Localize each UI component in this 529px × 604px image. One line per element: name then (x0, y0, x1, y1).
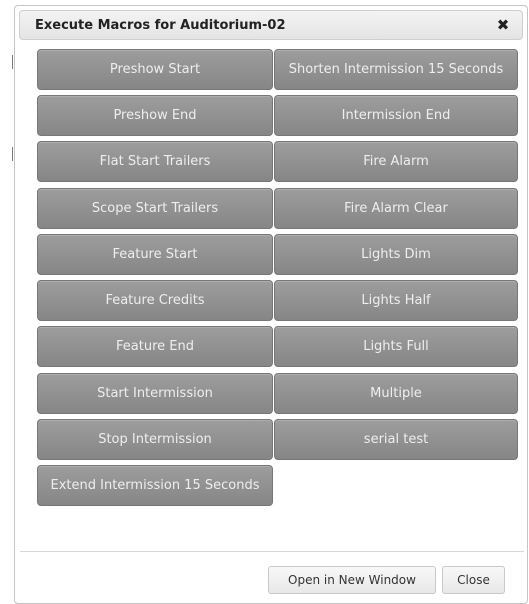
footer-divider (20, 551, 524, 552)
background-edge (0, 0, 13, 604)
close-icon[interactable]: ✖ (495, 16, 511, 34)
macro-button-intermission-end[interactable]: Intermission End (274, 95, 518, 136)
background-edge-mark (12, 147, 13, 161)
execute-macros-dialog: Execute Macros for Auditorium-02 ✖ Presh… (14, 5, 528, 604)
macro-button-lights-full[interactable]: Lights Full (274, 326, 518, 367)
macro-button-flat-start-trailers[interactable]: Flat Start Trailers (37, 141, 273, 182)
close-button[interactable]: Close (442, 566, 505, 594)
macro-button-lights-half[interactable]: Lights Half (274, 280, 518, 321)
dialog-titlebar[interactable]: Execute Macros for Auditorium-02 ✖ (19, 10, 523, 40)
macro-button-shorten-intermission[interactable]: Shorten Intermission 15 Seconds (274, 49, 518, 90)
macro-button-stop-intermission[interactable]: Stop Intermission (37, 419, 273, 460)
macro-button-feature-start[interactable]: Feature Start (37, 234, 273, 275)
macro-button-serial-test[interactable]: serial test (274, 419, 518, 460)
macro-button-feature-credits[interactable]: Feature Credits (37, 280, 273, 321)
macro-button-feature-end[interactable]: Feature End (37, 326, 273, 367)
macro-button-scope-start-trailers[interactable]: Scope Start Trailers (37, 188, 273, 229)
macro-button-preshow-start[interactable]: Preshow Start (37, 49, 273, 90)
macro-button-preshow-end[interactable]: Preshow End (37, 95, 273, 136)
macro-button-extend-intermission[interactable]: Extend Intermission 15 Seconds (37, 465, 273, 506)
macro-button-multiple[interactable]: Multiple (274, 373, 518, 414)
open-in-new-window-button[interactable]: Open in New Window (268, 566, 436, 594)
background-edge-mark (12, 55, 13, 69)
macro-button-fire-alarm-clear[interactable]: Fire Alarm Clear (274, 188, 518, 229)
macro-button-fire-alarm[interactable]: Fire Alarm (274, 141, 518, 182)
macro-button-lights-dim[interactable]: Lights Dim (274, 234, 518, 275)
dialog-title: Execute Macros for Auditorium-02 (35, 18, 286, 33)
macro-button-grid: Preshow Start Preshow End Flat Start Tra… (15, 46, 527, 551)
macro-button-start-intermission[interactable]: Start Intermission (37, 373, 273, 414)
